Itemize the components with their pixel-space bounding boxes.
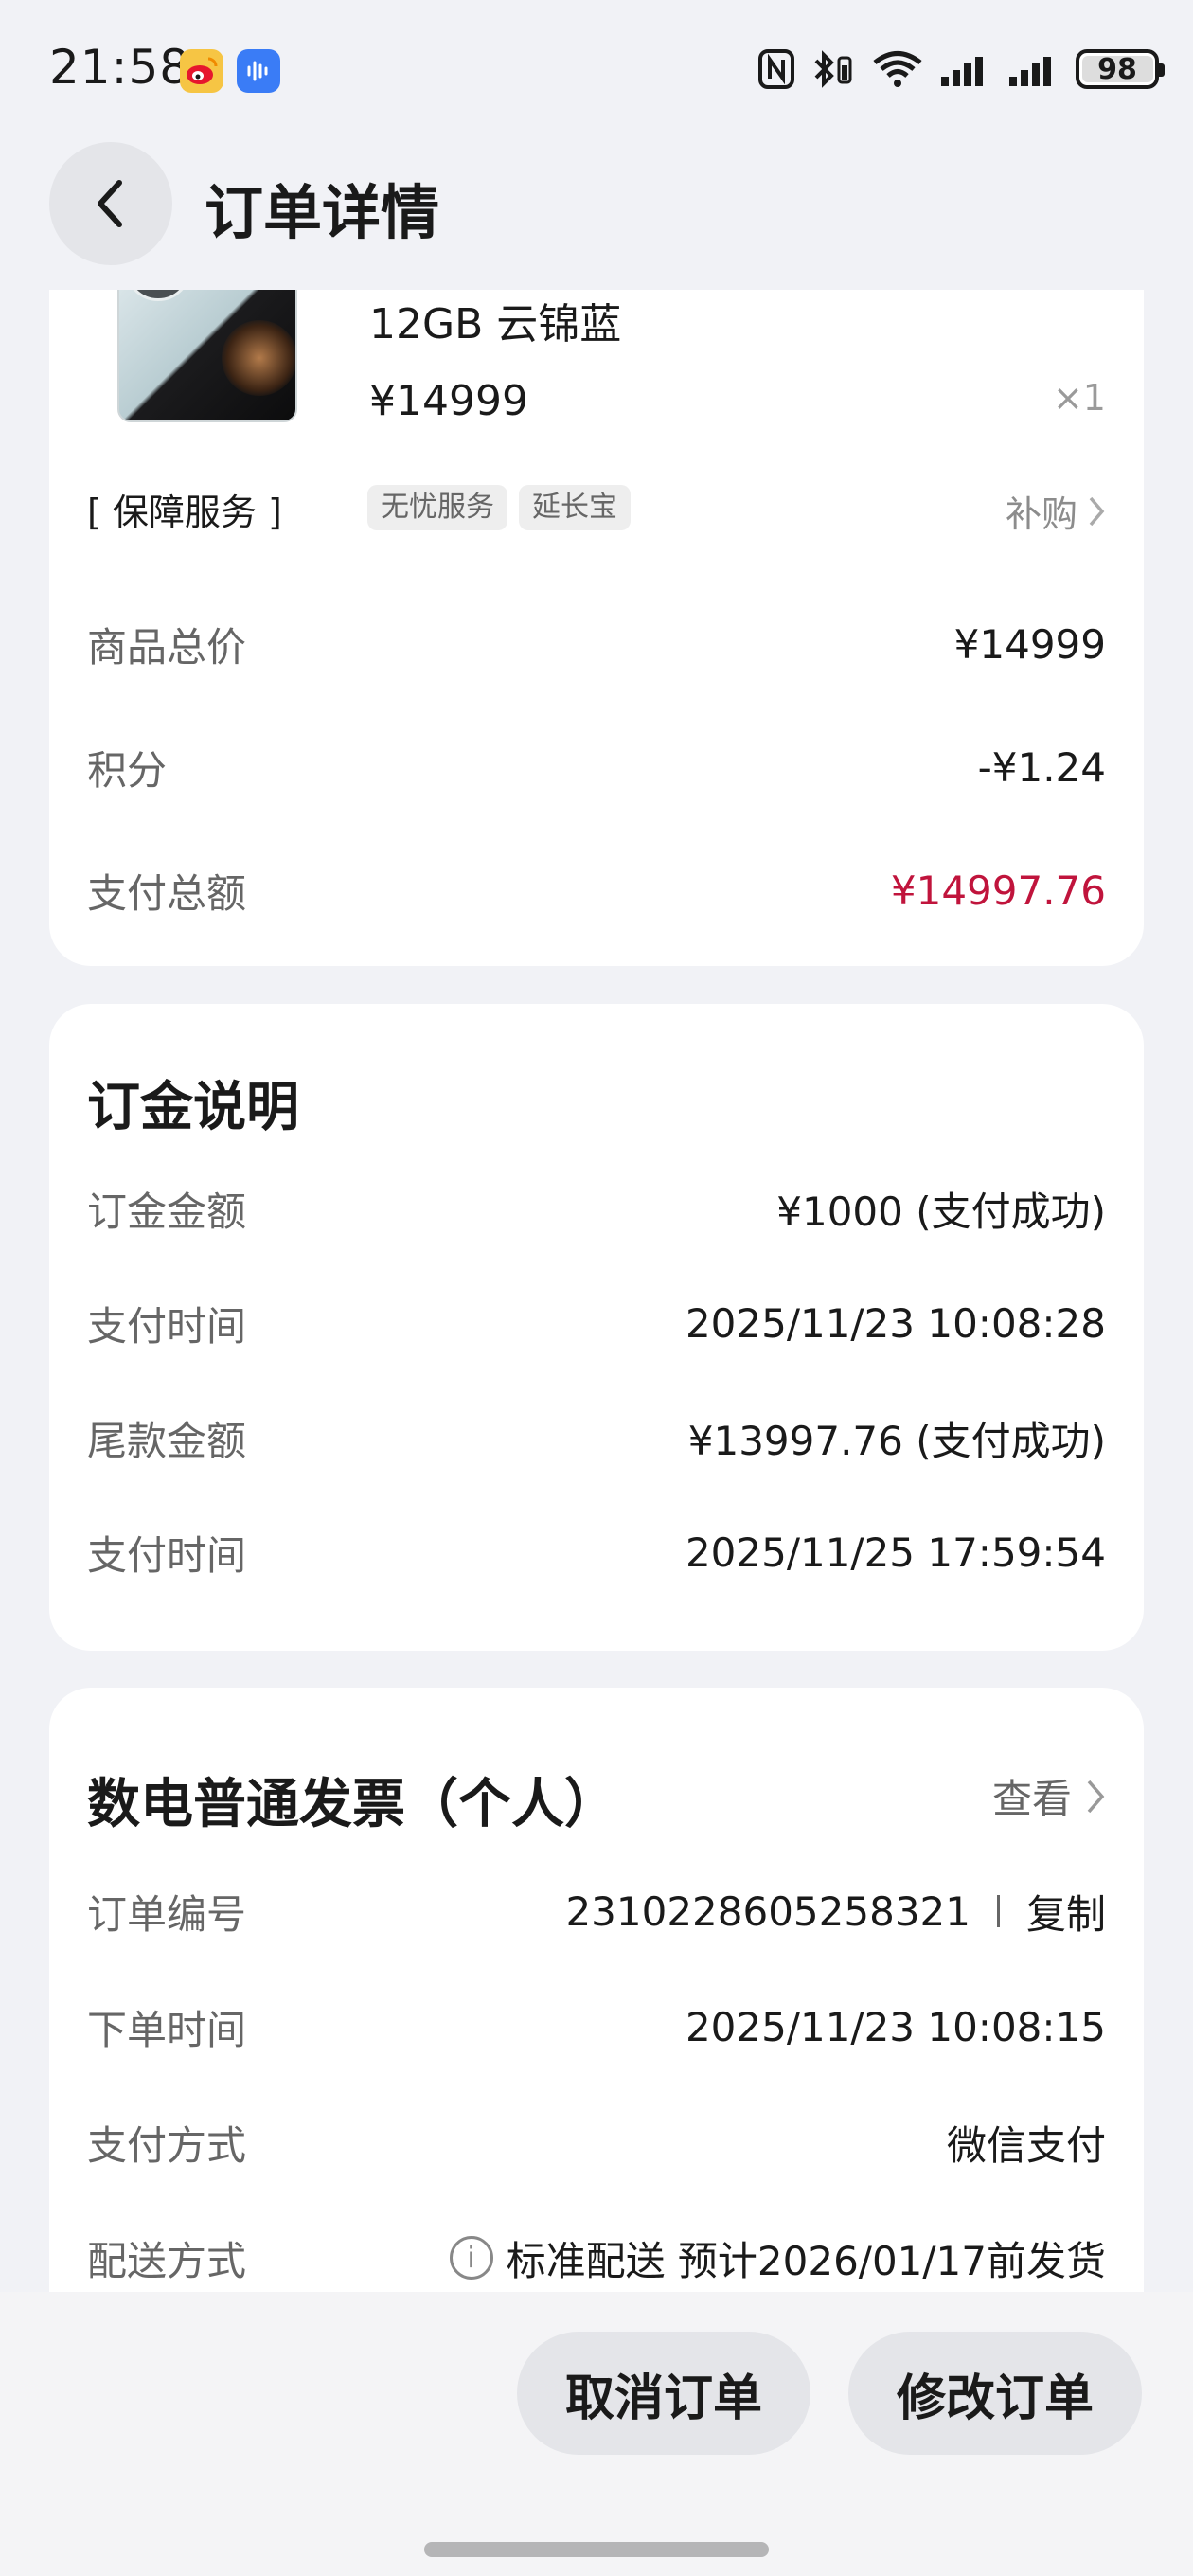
product-image[interactable]: [117, 290, 297, 422]
order-time: 2025/11/23 10:08:15: [685, 2003, 1106, 2050]
product-spec: 12GB 云锦蓝: [369, 300, 622, 349]
order-info-row: 支付方式 微信支付: [87, 2114, 1106, 2171]
product-quantity: ×1: [1052, 377, 1106, 419]
status-icons: 98: [757, 45, 1165, 93]
order-info-row: 配送方式 i 标准配送 预计2026/01/17前发货: [87, 2229, 1106, 2286]
summary-row: 积分 -¥1.24: [87, 739, 1106, 796]
wifi-icon: [871, 48, 924, 90]
status-time: 21:58: [49, 40, 191, 95]
deposit-title: 订金说明: [87, 1077, 299, 1138]
order-product-card: 12GB 云锦蓝 ¥14999 ×1 [ 保障服务 ] 无忧服务 延长宝 补购 …: [49, 290, 1144, 966]
copy-button[interactable]: 复制: [1026, 1883, 1106, 1941]
deposit-label: 订金金额: [87, 1188, 247, 1235]
deposit-row: 尾款金额 ¥13997.76 (支付成功): [87, 1409, 1106, 1466]
deposit-value: ¥1000 (支付成功): [776, 1188, 1106, 1235]
page-title: 订单详情: [205, 178, 440, 247]
modify-order-button[interactable]: 修改订单: [848, 2332, 1142, 2455]
delivery-text: 标准配送 预计2026/01/17前发货: [506, 2237, 1106, 2284]
order-info-label: 下单时间: [87, 2006, 247, 2053]
invoice-view-label: 查看: [991, 1776, 1072, 1822]
summary-value: ¥14999: [953, 620, 1106, 668]
payment-method: 微信支付: [946, 2121, 1106, 2169]
signal-icon: [939, 48, 992, 90]
status-bar: 21:58 98: [0, 0, 1193, 133]
service-buy-link[interactable]: 补购: [1006, 485, 1106, 537]
deposit-label: 支付时间: [87, 1302, 247, 1350]
deposit-value: 2025/11/25 17:59:54: [685, 1529, 1106, 1576]
app-header: 订单详情: [0, 133, 1193, 284]
summary-value: -¥1.24: [977, 743, 1106, 791]
deposit-value: ¥13997.76 (支付成功): [687, 1417, 1106, 1464]
deposit-label: 尾款金额: [87, 1417, 247, 1464]
summary-label: 积分: [87, 746, 168, 794]
order-number: 2310228605258321: [565, 1887, 970, 1935]
order-info-row: 下单时间 2025/11/23 10:08:15: [87, 1998, 1106, 2055]
divider: [996, 1895, 1000, 1927]
delivery-method: i 标准配送 预计2026/01/17前发货: [449, 2229, 1106, 2287]
deposit-row: 支付时间 2025/11/23 10:08:28: [87, 1295, 1106, 1351]
cancel-order-button[interactable]: 取消订单: [517, 2332, 810, 2455]
order-info-row: 订单编号 2310228605258321 复制: [87, 1883, 1106, 1940]
invoice-view-link[interactable]: 查看: [992, 1767, 1106, 1825]
chevron-right-icon: [1089, 496, 1105, 526]
chevron-right-icon: [1087, 1780, 1105, 1813]
battery-level: 98: [1097, 52, 1137, 86]
service-tag: 无忧服务: [367, 485, 507, 530]
summary-row: 商品总价 ¥14999: [87, 616, 1106, 672]
invoice-title: 数电普通发票（个人）: [87, 1774, 617, 1835]
summary-row-total: 支付总额 ¥14997.76: [87, 862, 1106, 919]
order-info-label: 配送方式: [87, 2237, 247, 2284]
back-button[interactable]: [49, 142, 172, 265]
home-indicator[interactable]: [424, 2542, 769, 2557]
order-detail-screen: 21:58 98 订单详情 12GB 云锦蓝 ¥14999 ×1 [保障服务 …: [0, 0, 1193, 2576]
bottom-action-bar: 取消订单 修改订单: [0, 2292, 1193, 2576]
nfc-icon: [757, 48, 795, 90]
deposit-label: 支付时间: [87, 1531, 247, 1579]
weibo-icon: [180, 49, 223, 93]
info-icon[interactable]: i: [449, 2236, 493, 2280]
battery-icon: 98: [1076, 49, 1165, 89]
order-info-label: 订单编号: [87, 1890, 247, 1938]
signal-icon: [1007, 48, 1060, 90]
deposit-card: 订金说明 订金金额 ¥1000 (支付成功) 支付时间 2025/11/23 1…: [49, 1004, 1144, 1651]
service-tag: 延长宝: [519, 485, 631, 530]
service-buy-label: 补购: [1005, 493, 1077, 535]
deposit-value: 2025/11/23 10:08:28: [685, 1299, 1106, 1347]
summary-label: 支付总额: [87, 869, 247, 917]
summary-label: 商品总价: [87, 623, 247, 671]
order-info-label: 支付方式: [87, 2121, 247, 2169]
payment-total: ¥14997.76: [890, 867, 1106, 914]
service-label: [ 保障服务 ]: [87, 492, 282, 533]
product-price: ¥14999: [369, 377, 528, 425]
deposit-row: 订金金额 ¥1000 (支付成功): [87, 1180, 1106, 1237]
chevron-left-icon: [98, 180, 122, 227]
bluetooth-icon: [810, 48, 856, 90]
voice-icon: [237, 49, 280, 93]
deposit-row: 支付时间 2025/11/25 17:59:54: [87, 1524, 1106, 1581]
order-number-group: 2310228605258321 复制: [565, 1883, 1106, 1941]
